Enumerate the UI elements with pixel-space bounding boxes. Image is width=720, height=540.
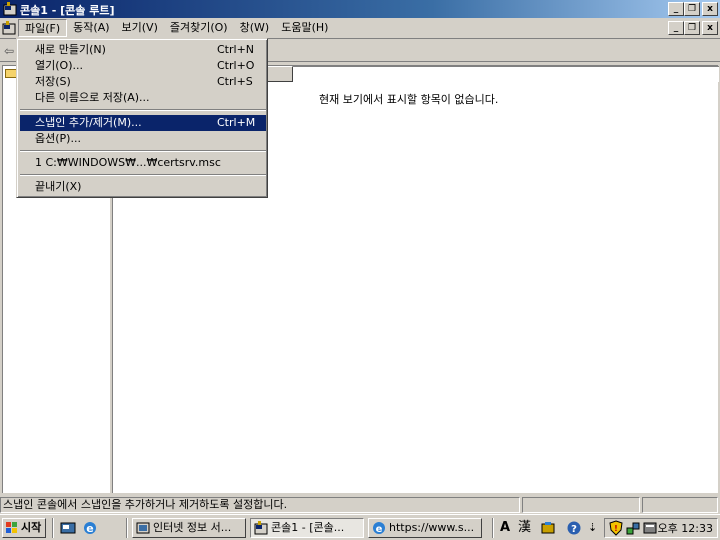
menu-item-shortcut: Ctrl+O [217, 59, 255, 72]
menu-item-open[interactable]: 열기(O)... Ctrl+O [20, 58, 266, 74]
menu-help[interactable]: 도움말(H) [275, 19, 334, 37]
close-button[interactable]: x [702, 2, 718, 16]
menu-item-label: 저장(S) [35, 75, 71, 88]
menu-item-shortcut: Ctrl+M [217, 116, 256, 129]
taskbar-divider [492, 518, 494, 538]
ime-mode-indicator[interactable]: A [500, 520, 510, 536]
child-close-button[interactable]: x [702, 21, 718, 35]
taskbar-divider [52, 518, 54, 538]
menu-item-save-as[interactable]: 다른 이름으로 저장(A)... [20, 90, 266, 106]
menu-separator [20, 174, 266, 176]
taskbar: 시작 e 인터넷 정보 서... 콘솔1 - [콘솔... e https://… [0, 514, 720, 540]
ime-tool-icon[interactable] [540, 520, 556, 536]
menu-item-save[interactable]: 저장(S) Ctrl+S [20, 74, 266, 90]
column-header-filler [293, 66, 719, 82]
help-icon[interactable]: ? [566, 520, 582, 536]
svg-text:?: ? [571, 524, 577, 535]
server-manager-icon[interactable] [642, 520, 658, 536]
empty-view-message: 현재 보기에서 표시할 항목이 없습니다. [319, 93, 499, 106]
internet-explorer-icon: e [373, 522, 385, 535]
system-tray: ! 오후 12:33 [604, 518, 718, 538]
window-title: 콘솔1 - [콘솔 루트] [20, 4, 115, 17]
menu-item-exit[interactable]: 끝내기(X) [20, 179, 266, 195]
menu-separator [20, 109, 266, 111]
menu-item-label: 새로 만들기(N) [35, 43, 106, 56]
ime-hanja-indicator[interactable]: 漢 [518, 520, 531, 536]
menu-item-label: 열기(O)... [35, 59, 83, 72]
menu-item-label: 옵션(P)... [35, 132, 81, 145]
ime-options-icon[interactable]: ⇣ [588, 520, 597, 536]
back-arrow-icon[interactable]: ⇦ [4, 44, 14, 58]
task-label: 인터넷 정보 서... [153, 521, 232, 534]
task-label: 콘솔1 - [콘솔... [271, 521, 345, 534]
menu-item-label: 다른 이름으로 저장(A)... [35, 91, 150, 104]
menu-separator [20, 150, 266, 152]
windows-logo-icon [6, 522, 17, 533]
start-button[interactable]: 시작 [2, 518, 46, 538]
menu-action[interactable]: 동작(A) [67, 19, 115, 37]
taskbar-divider [126, 518, 128, 538]
child-minimize-button[interactable]: _ [668, 21, 684, 35]
menu-item-shortcut: Ctrl+S [217, 75, 253, 88]
mmc-console-icon [3, 2, 17, 16]
iis-icon [136, 522, 150, 534]
menu-bar: 파일(F) 동작(A) 보기(V) 즐겨찾기(O) 창(W) 도움말(H) _ … [0, 18, 720, 39]
child-restore-button[interactable]: ❐ [684, 21, 700, 35]
menu-file[interactable]: 파일(F) [18, 19, 68, 37]
menu-window[interactable]: 창(W) [234, 19, 276, 37]
status-panel [642, 497, 718, 513]
task-mmc-console[interactable]: 콘솔1 - [콘솔... [250, 518, 364, 538]
task-iis-manager[interactable]: 인터넷 정보 서... [132, 518, 246, 538]
menu-favorites[interactable]: 즐겨찾기(O) [164, 19, 234, 37]
menu-item-shortcut: Ctrl+N [217, 43, 255, 56]
svg-text:e: e [376, 524, 383, 535]
clock[interactable]: 오후 12:33 [658, 521, 713, 537]
file-menu-dropdown: 새로 만들기(N) Ctrl+N 열기(O)... Ctrl+O 저장(S) C… [16, 38, 268, 198]
restore-button[interactable]: ❐ [684, 2, 700, 16]
mmc-console-icon [254, 521, 268, 535]
menu-item-add-remove-snapin[interactable]: 스냅인 추가/제거(M)... Ctrl+M [20, 115, 266, 131]
menu-view[interactable]: 보기(V) [116, 19, 164, 37]
menu-item-label: 끝내기(X) [35, 180, 82, 193]
show-desktop-icon[interactable] [60, 520, 76, 536]
window-title-bar[interactable]: 콘솔1 - [콘솔 루트] _ ❐ x [0, 0, 720, 18]
security-shield-icon[interactable]: ! [608, 520, 624, 536]
start-label: 시작 [21, 521, 42, 534]
menu-item-recent-file[interactable]: 1 C:₩WINDOWS₩...₩certsrv.msc [20, 155, 266, 171]
status-panel [522, 497, 640, 513]
menu-item-new[interactable]: 새로 만들기(N) Ctrl+N [20, 42, 266, 58]
svg-text:!: ! [614, 524, 618, 533]
menu-item-options[interactable]: 옵션(P)... [20, 131, 266, 147]
task-label: https://www.s... [389, 521, 475, 534]
network-icon[interactable] [625, 520, 641, 536]
menu-item-label: 스냅인 추가/제거(M)... [35, 116, 142, 129]
status-bar: 스냅인 콘솔에서 스냅인을 추가하거나 제거하도록 설정합니다. [0, 495, 720, 514]
svg-text:e: e [86, 522, 93, 535]
internet-explorer-icon[interactable]: e [82, 520, 98, 536]
menu-item-label: 1 C:₩WINDOWS₩...₩certsrv.msc [35, 156, 221, 169]
status-message: 스냅인 콘솔에서 스냅인을 추가하거나 제거하도록 설정합니다. [0, 497, 520, 513]
task-browser[interactable]: e https://www.s... [368, 518, 482, 538]
minimize-button[interactable]: _ [668, 2, 684, 16]
console-child-icon[interactable] [2, 21, 16, 35]
